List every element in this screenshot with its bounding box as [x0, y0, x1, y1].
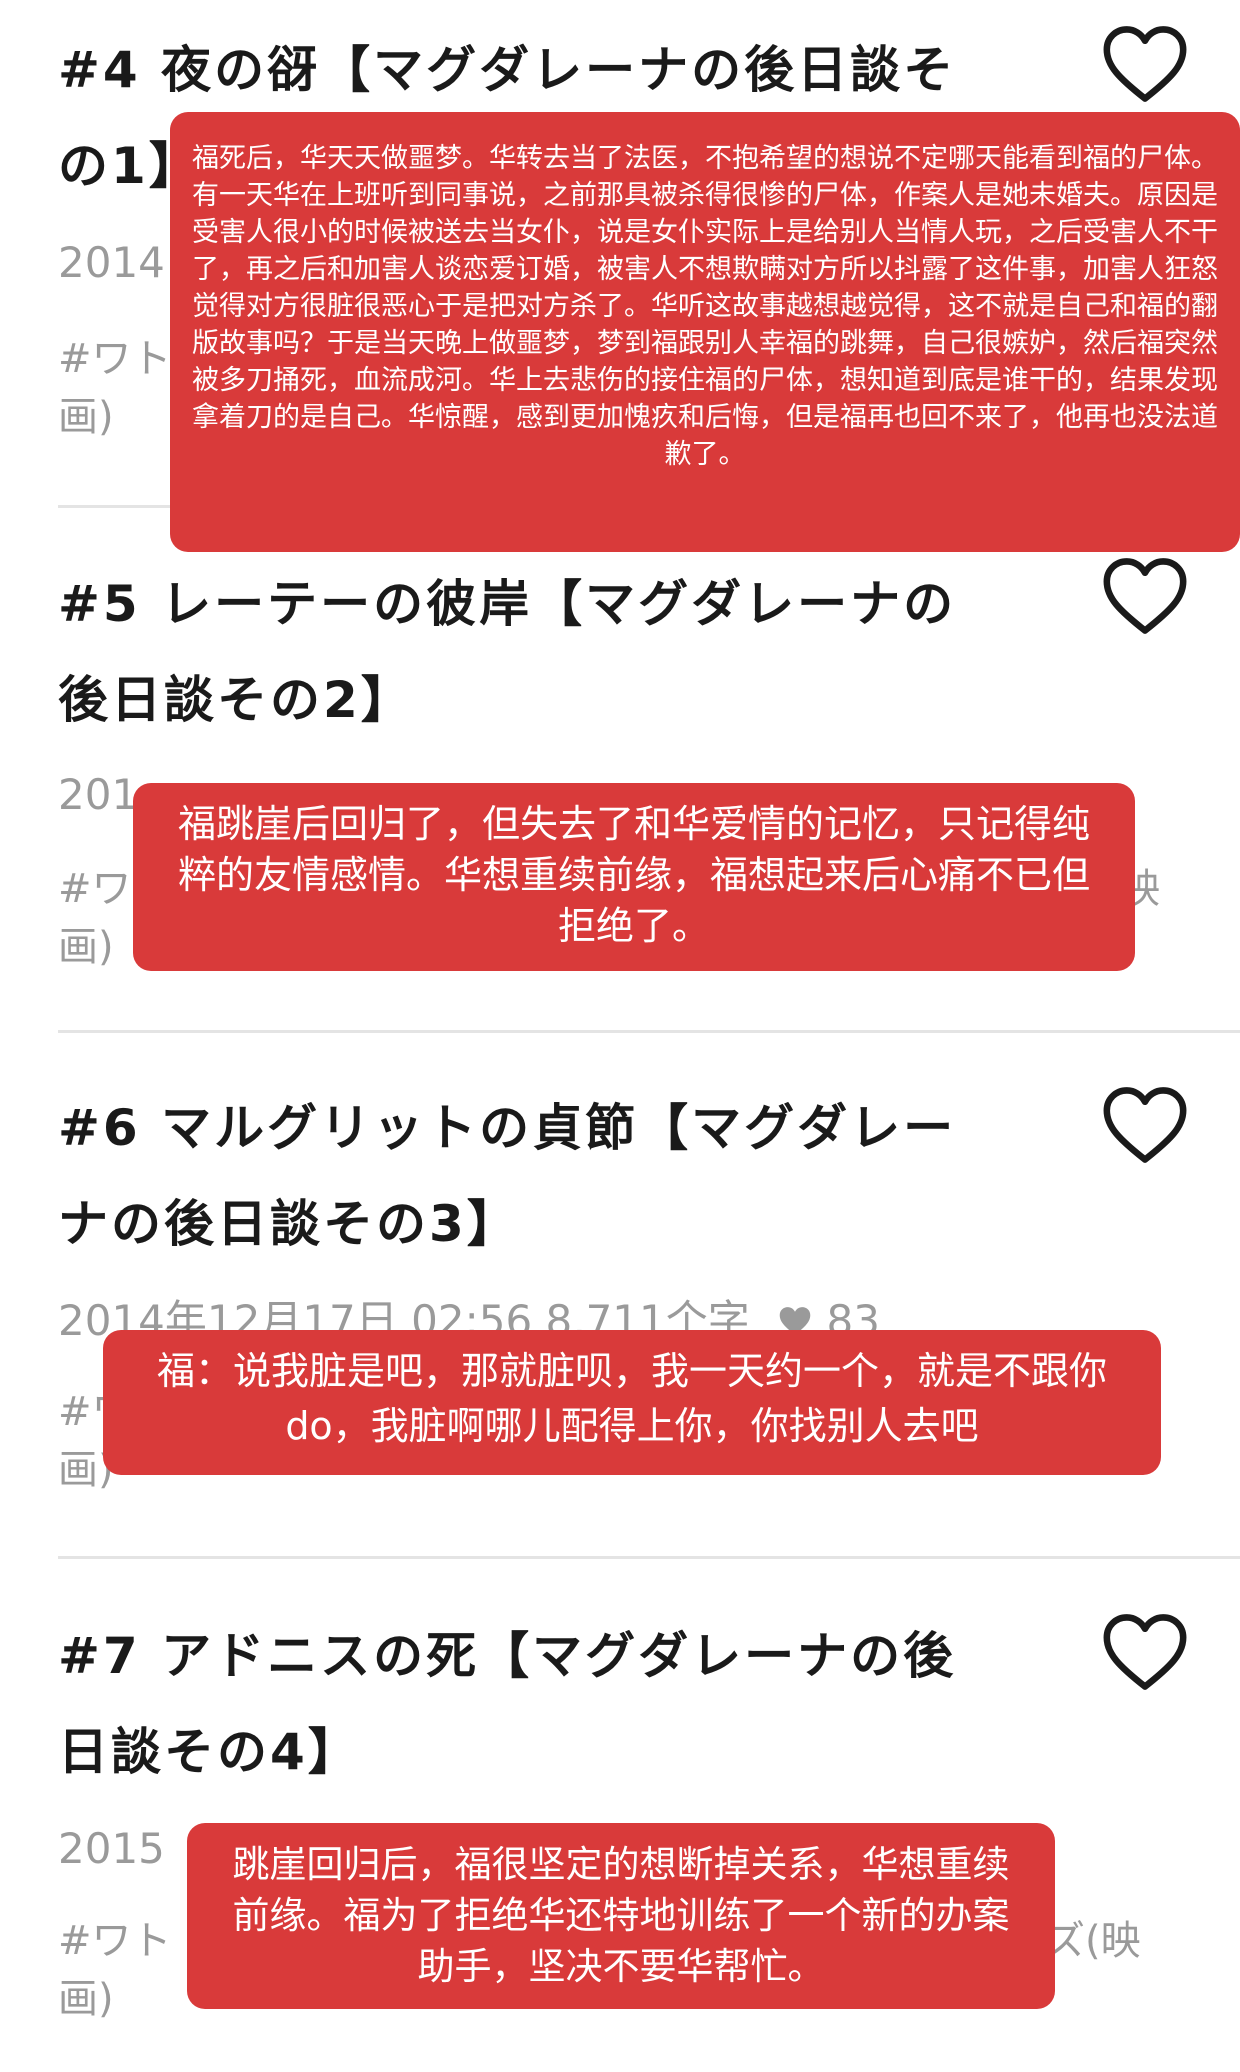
- divider: [58, 1556, 1240, 1559]
- work-tags-end[interactable]: ズ(映: [1045, 1912, 1205, 1970]
- work-title[interactable]: #7 アドニスの死【マグダレーナの後日談その4】: [58, 1608, 998, 1800]
- annotation-text: 福跳崖后回归了，但失去了和华爱情的记忆，只记得纯粹的友情感情。华想重续前缘，福想…: [177, 802, 1090, 948]
- work-title[interactable]: #6 マルグリットの貞節【マグダレーナの後日談その3】: [58, 1080, 998, 1272]
- heart-icon[interactable]: [1100, 1612, 1190, 1692]
- annotation-note-2: 福跳崖后回归了，但失去了和华爱情的记忆，只记得纯粹的友情感情。华想重续前缘，福想…: [133, 783, 1135, 971]
- heart-icon[interactable]: [1100, 1085, 1190, 1165]
- work-title[interactable]: #5 レーテーの彼岸【マグダレーナの後日談その2】: [58, 556, 998, 748]
- work-tags[interactable]: #ワト 画): [58, 330, 178, 446]
- heart-icon[interactable]: [1100, 24, 1190, 104]
- annotation-note-4: 跳崖回归后，福很坚定的想断掉关系，华想重续前缘。福为了拒绝华还特地训练了一个新的…: [187, 1823, 1055, 2009]
- work-meta: 2015: [58, 1824, 165, 1873]
- annotation-note-1: 福死后，华天天做噩梦。华转去当了法医，不抱希望的想说不定哪天能看到福的尸体。有一…: [170, 112, 1240, 552]
- work-meta: 2014: [58, 238, 165, 287]
- work-meta: 201: [58, 770, 139, 819]
- heart-icon[interactable]: [1100, 556, 1190, 636]
- annotation-text: 福死后，华天天做噩梦。华转去当了法医，不抱希望的想说不定哪天能看到福的尸体。有一…: [192, 143, 1218, 470]
- divider: [58, 1030, 1240, 1033]
- annotation-text: 跳崖回归后，福很坚定的想断掉关系，华想重续前缘。福为了拒绝华还特地训练了一个新的…: [232, 1843, 1010, 1988]
- annotation-note-3: 福：说我脏是吧，那就脏呗，我一天约一个，就是不跟你do，我脏啊哪儿配得上你，你找…: [103, 1330, 1161, 1475]
- annotation-text: 福：说我脏是吧，那就脏呗，我一天约一个，就是不跟你do，我脏啊哪儿配得上你，你找…: [156, 1349, 1107, 1448]
